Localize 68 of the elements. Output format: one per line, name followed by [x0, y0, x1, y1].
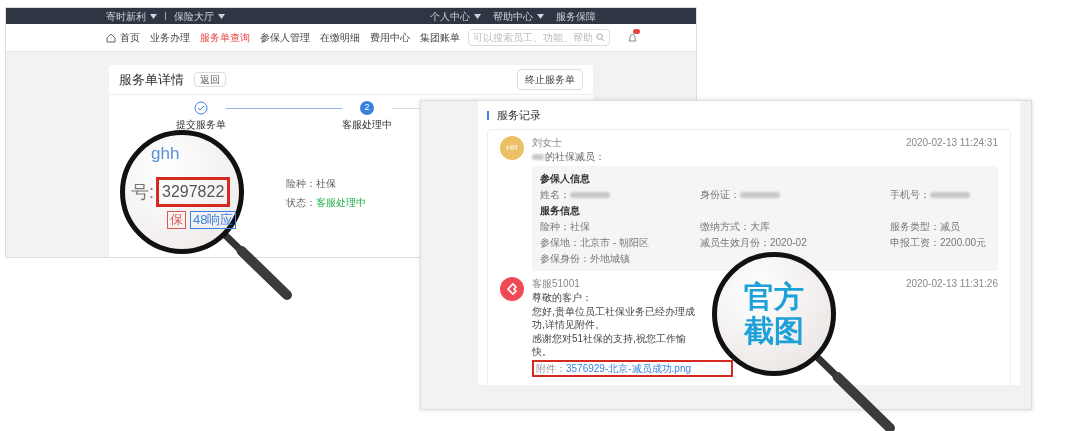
field-label: 服务类型：	[890, 220, 940, 233]
timestamp: 2020-02-13 11:24:31	[905, 136, 998, 149]
field-value: 减员	[940, 220, 960, 233]
field-label: 险种：	[540, 220, 570, 233]
field-label: 状态：	[286, 196, 316, 210]
avatar: HR	[500, 136, 524, 160]
field-label: 减员生效月份：	[700, 236, 770, 249]
nav-link[interactable]: 费用中心	[370, 30, 410, 45]
caret-icon	[218, 13, 225, 19]
author-name: 客服51001	[532, 277, 580, 290]
magnified-text: 官方	[744, 280, 804, 314]
nav-link[interactable]: 在缴明细	[320, 30, 360, 45]
attachment-label: 附件：	[536, 362, 566, 375]
field-label: 申报工资：	[890, 236, 940, 249]
message-text: 您好,贵单位员工社保业务已经办理成功,详情见附件。	[532, 305, 696, 331]
field-value: 社保	[570, 220, 590, 233]
back-button[interactable]: 返回	[194, 72, 226, 87]
field-value: 北京市 - 朝阳区	[580, 236, 649, 249]
field-value: 外地城镇	[590, 252, 630, 265]
field-label: 险种：	[286, 177, 316, 191]
tag: 保	[167, 211, 186, 229]
section-title: 服务记录	[497, 107, 541, 123]
step-number: 2	[360, 101, 374, 115]
nav-link[interactable]: 首页	[106, 30, 140, 45]
top-bar-menu[interactable]: 个人中心	[430, 8, 481, 24]
magnified-label: 号:	[131, 180, 154, 204]
field-value: 大库	[750, 220, 770, 233]
field-value: 社保	[316, 177, 336, 191]
nav-link[interactable]: 参保人管理	[260, 30, 310, 45]
info-heading: 服务信息	[540, 204, 581, 217]
nav-link[interactable]: 业务办理	[150, 30, 190, 45]
top-bar-menu[interactable]: 保险大厅	[174, 8, 225, 24]
stop-order-button[interactable]: 终止服务单	[517, 69, 583, 90]
attachment-link[interactable]: 3576929-北京-减员成功.png	[566, 362, 692, 375]
timestamp: 2020-02-13 11:31:26	[905, 277, 998, 290]
nav-link[interactable]: 集团账单	[420, 30, 460, 45]
top-bar-menu[interactable]: 寄时新利	[106, 8, 157, 24]
caret-icon	[150, 13, 157, 19]
message-text: 的社保减员：	[545, 150, 605, 163]
order-number: 3297822	[156, 177, 231, 207]
step-label: 提交服务单	[176, 118, 226, 132]
caret-icon	[474, 13, 481, 19]
info-heading: 参保人信息	[540, 172, 591, 185]
home-icon	[106, 32, 116, 43]
nav-link[interactable]: 服务单查询	[200, 30, 250, 45]
card-title: 服务单详情	[119, 70, 184, 89]
field-label: 手机号：	[890, 188, 930, 201]
field-label: 参保身份：	[540, 252, 590, 265]
message-text: 感谢您对51社保的支持,祝您工作愉快。	[532, 332, 687, 358]
field-label: 身份证：	[700, 188, 740, 201]
step-label: 客服处理中	[342, 118, 392, 132]
caret-icon	[537, 13, 544, 19]
field-label: 参保地：	[540, 236, 580, 249]
top-bar-menu[interactable]: 服务保障	[556, 8, 596, 24]
magnified-text: ghh	[151, 145, 181, 163]
top-bar-menu[interactable]: 帮助中心	[493, 8, 544, 24]
bell-icon[interactable]	[628, 32, 637, 43]
field-label: 姓名：	[540, 188, 570, 201]
logo-icon	[500, 277, 524, 301]
tag: 48响应	[190, 211, 237, 229]
field-value: 2020-02	[770, 236, 807, 249]
magnified-text: 截图	[744, 314, 804, 348]
field-value: 2200.00元	[940, 236, 987, 249]
field-value: 客服处理中	[316, 196, 366, 210]
author-name: 刘女士	[532, 136, 562, 149]
field-label: 缴纳方式：	[700, 220, 750, 233]
message-text: 尊敬的客户：	[532, 291, 593, 304]
search-icon	[596, 33, 605, 42]
